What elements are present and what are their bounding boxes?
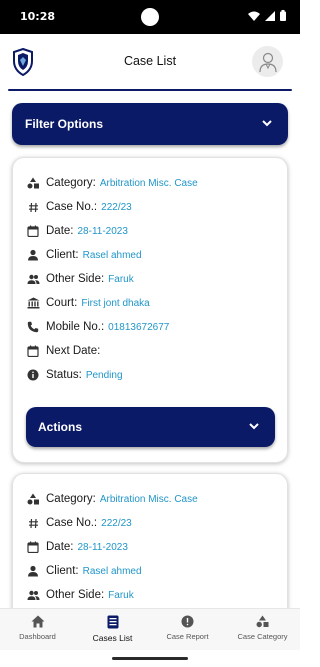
case-category-value: Arbitration Misc. Case (99, 177, 198, 189)
app-bar-divider (8, 89, 292, 91)
battery-icon (280, 10, 286, 21)
calendar-icon (27, 345, 39, 357)
signal-icon (265, 10, 275, 21)
category-shapes-icon (27, 493, 39, 505)
case-client-value: Rasel ahmed (82, 565, 142, 577)
home-icon (31, 615, 44, 628)
avatar[interactable] (252, 46, 283, 77)
case-card: Category: Arbitration Misc. Case Case No… (12, 157, 288, 463)
case-other-side-row: Other Side: Faruk (26, 587, 134, 603)
actions-toggle[interactable]: Actions (26, 407, 275, 447)
bottom-navigation: Dashboard Cases List Case Report Case Ca… (0, 608, 300, 650)
gesture-bar (0, 650, 300, 667)
case-number-row: Case No.: 222/23 (26, 199, 132, 215)
status-bar: 10:28 (0, 0, 300, 34)
case-mobile-row: Mobile No.: 01813672677 (26, 319, 169, 335)
person-icon (28, 249, 38, 261)
case-next-date-row: Next Date: (26, 343, 104, 359)
case-client-row: Client: Rasel ahmed (26, 247, 142, 263)
nav-cases-list[interactable]: Cases List (75, 609, 150, 651)
nav-case-category-label: Case Category (237, 632, 288, 641)
person-icon (28, 565, 38, 577)
phone-icon (27, 321, 39, 333)
chevron-down-icon (262, 120, 272, 127)
wifi-icon (248, 11, 260, 21)
case-category-value: Arbitration Misc. Case (99, 493, 198, 505)
app-bar: Case List (0, 34, 300, 90)
nav-dashboard-label: Dashboard (19, 632, 56, 641)
case-other-side-row: Other Side: Faruk (26, 271, 134, 287)
case-status-row: Status: Pending (26, 367, 123, 383)
nav-case-category[interactable]: Case Category (225, 609, 300, 651)
case-date-value: 28-11-2023 (77, 225, 128, 237)
alert-circle-icon (181, 615, 194, 628)
status-time: 10:28 (20, 10, 56, 23)
case-category-row: Category: Arbitration Misc. Case (26, 175, 198, 191)
court-building-icon (27, 297, 39, 309)
case-other-side-value: Faruk (108, 273, 134, 285)
case-date-row: Date: 28-11-2023 (26, 223, 128, 239)
case-court-row: Court: First jont dhaka (26, 295, 150, 311)
case-number-value: 222/23 (101, 517, 132, 529)
actions-label: Actions (38, 420, 83, 434)
hash-icon (28, 518, 38, 528)
case-date-value: 28-11-2023 (77, 541, 128, 553)
user-avatar-icon (258, 52, 277, 72)
case-mobile-value: 01813672677 (108, 321, 170, 333)
filter-options-label: Filter Options (25, 117, 103, 131)
category-shapes-icon (27, 177, 39, 189)
case-other-side-value: Faruk (108, 589, 134, 601)
case-category-row: Category: Arbitration Misc. Case (26, 491, 198, 507)
status-icons (248, 10, 286, 21)
camera-cutout (141, 8, 159, 26)
nav-case-report[interactable]: Case Report (150, 609, 225, 651)
nav-dashboard[interactable]: Dashboard (0, 609, 75, 651)
filter-options-toggle[interactable]: Filter Options (12, 103, 288, 145)
nav-cases-list-label: Cases List (92, 633, 133, 643)
home-indicator[interactable] (112, 657, 188, 660)
category-shapes-icon (256, 615, 269, 628)
people-group-icon (27, 274, 39, 284)
chevron-down-icon (249, 423, 259, 430)
case-client-row: Client: Rasel ahmed (26, 563, 142, 579)
case-status-value: Pending (85, 369, 123, 381)
case-court-value: First jont dhaka (81, 297, 150, 309)
case-number-value: 222/23 (101, 201, 132, 213)
calendar-icon (27, 541, 39, 553)
people-group-icon (27, 590, 39, 600)
calendar-icon (27, 225, 39, 237)
nav-case-report-label: Case Report (166, 632, 209, 641)
case-date-row: Date: 28-11-2023 (26, 539, 128, 555)
info-icon (27, 369, 39, 381)
hash-icon (28, 202, 38, 212)
case-client-value: Rasel ahmed (82, 249, 142, 261)
case-number-row: Case No.: 222/23 (26, 515, 132, 531)
list-document-icon (107, 615, 118, 629)
